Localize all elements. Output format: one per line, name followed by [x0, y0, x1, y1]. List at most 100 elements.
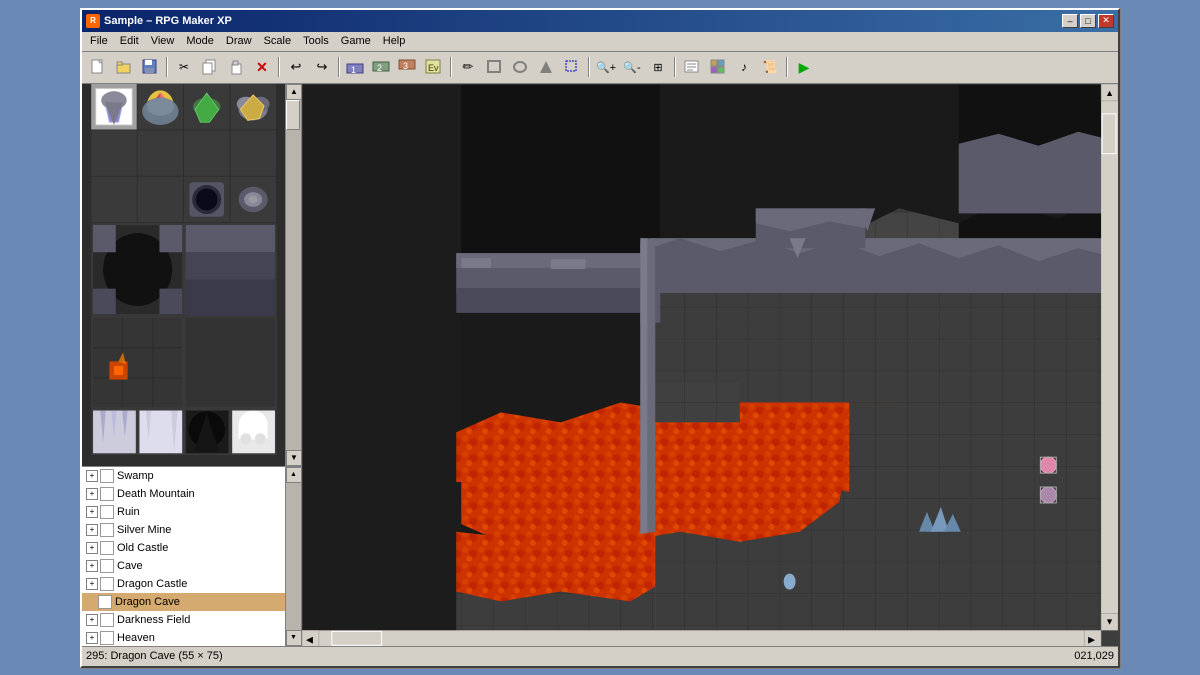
zoom-in-button[interactable]: 🔍+ — [594, 56, 618, 78]
tree-content: + Swamp + Death Mountain + Ruin — [82, 467, 285, 646]
pencil-button[interactable]: ✏ — [456, 56, 480, 78]
palette-content — [82, 84, 285, 466]
save-button[interactable] — [138, 56, 162, 78]
script-button[interactable]: 📜 — [758, 56, 782, 78]
menu-file[interactable]: File — [84, 33, 114, 49]
palette-svg[interactable] — [82, 84, 285, 466]
tree-item-death-mountain[interactable]: + Death Mountain — [82, 485, 285, 503]
tileset-button[interactable] — [706, 56, 730, 78]
tree-scrollbar: ▲ ▼ — [285, 467, 301, 646]
menu-mode[interactable]: Mode — [180, 33, 220, 49]
tree-expand-dragon-castle[interactable]: + — [86, 578, 98, 590]
tree-label-heaven: Heaven — [117, 632, 155, 644]
event-button[interactable]: Ev — [422, 56, 446, 78]
tree-expand-silver-mine[interactable]: + — [86, 524, 98, 536]
tree-label-darkness-field: Darkness Field — [117, 614, 190, 626]
layer1-button[interactable]: 1 — [344, 56, 368, 78]
tree-expand-swamp[interactable]: + — [86, 470, 98, 482]
layer3-button[interactable]: 3 — [396, 56, 420, 78]
tree-label-old-castle: Old Castle — [117, 542, 168, 554]
delete-button[interactable]: ✕ — [250, 56, 274, 78]
tree-icon-swamp — [100, 469, 114, 483]
minimize-button[interactable]: – — [1062, 14, 1078, 28]
tree-item-heaven[interactable]: + Heaven — [82, 629, 285, 646]
menu-help[interactable]: Help — [377, 33, 412, 49]
fill-button[interactable] — [534, 56, 558, 78]
tree-scroll-track[interactable] — [286, 483, 301, 630]
tree-icon-silver-mine — [100, 523, 114, 537]
tree-label-dragon-cave: Dragon Cave — [115, 596, 180, 608]
tree-icon-ruin — [100, 505, 114, 519]
select-button[interactable] — [560, 56, 584, 78]
statusbar: 295: Dragon Cave (55 × 75) 021,029 — [82, 646, 1118, 666]
tree-icon-dragon-cave — [98, 595, 112, 609]
tree-item-dragon-cave[interactable]: Dragon Cave — [82, 593, 285, 611]
tree-scroll-up[interactable]: ▲ — [286, 467, 302, 483]
cut-button[interactable]: ✂ — [172, 56, 196, 78]
tree-label-cave: Cave — [117, 560, 143, 572]
separator-2 — [278, 57, 280, 77]
rect-button[interactable] — [482, 56, 506, 78]
map-canvas[interactable]: ▲ ▼ ◀ ▶ — [302, 84, 1118, 646]
undo-button[interactable]: ↩ — [284, 56, 308, 78]
menu-draw[interactable]: Draw — [220, 33, 258, 49]
titlebar: R Sample – RPG Maker XP – □ ✕ — [82, 10, 1118, 32]
tree-item-silver-mine[interactable]: + Silver Mine — [82, 521, 285, 539]
audio-button[interactable]: ♪ — [732, 56, 756, 78]
tree-item-ruin[interactable]: + Ruin — [82, 503, 285, 521]
redo-button[interactable]: ↪ — [310, 56, 334, 78]
tree-expand-ruin[interactable]: + — [86, 506, 98, 518]
menu-scale[interactable]: Scale — [258, 33, 298, 49]
ellipse-button[interactable] — [508, 56, 532, 78]
tree-expand-old-castle[interactable]: + — [86, 542, 98, 554]
tree-label-silver-mine: Silver Mine — [117, 524, 171, 536]
tree-item-cave[interactable]: + Cave — [82, 557, 285, 575]
tree-label-dragon-castle: Dragon Castle — [117, 578, 187, 590]
paste-button[interactable] — [224, 56, 248, 78]
tree-label-ruin: Ruin — [117, 506, 140, 518]
toolbar: ✂ ✕ ↩ ↪ 1 2 3 Ev ✏ — [82, 52, 1118, 84]
tree-item-swamp[interactable]: + Swamp — [82, 467, 285, 485]
tree-label-swamp: Swamp — [117, 470, 154, 482]
app-icon: R — [86, 14, 100, 28]
tree-label-death-mountain: Death Mountain — [117, 488, 195, 500]
tree-scroll-down[interactable]: ▼ — [286, 630, 302, 646]
tree-expand-cave[interactable]: + — [86, 560, 98, 572]
close-button[interactable]: ✕ — [1098, 14, 1114, 28]
tree-item-darkness-field[interactable]: + Darkness Field — [82, 611, 285, 629]
separator-3 — [338, 57, 340, 77]
tree-item-old-castle[interactable]: + Old Castle — [82, 539, 285, 557]
tree-icon-dragon-castle — [100, 577, 114, 591]
palette-scroll-thumb[interactable] — [286, 100, 300, 130]
palette-scroll-down[interactable]: ▼ — [286, 450, 301, 466]
map-tree-panel: + Swamp + Death Mountain + Ruin — [82, 466, 301, 646]
map-props-button[interactable] — [680, 56, 704, 78]
play-button[interactable]: ▶ — [792, 56, 816, 78]
menu-tools[interactable]: Tools — [297, 33, 335, 49]
tree-expand-heaven[interactable]: + — [86, 632, 98, 644]
tree-item-dragon-castle[interactable]: + Dragon Castle — [82, 575, 285, 593]
new-button[interactable] — [86, 56, 110, 78]
menu-view[interactable]: View — [145, 33, 181, 49]
maximize-button[interactable]: □ — [1080, 14, 1096, 28]
tree-icon-old-castle — [100, 541, 114, 555]
layer2-button[interactable]: 2 — [370, 56, 394, 78]
separator-5 — [588, 57, 590, 77]
palette-scroll-up[interactable]: ▲ — [286, 84, 301, 100]
map-view[interactable]: ▲ ▼ ◀ ▶ — [302, 84, 1118, 646]
separator-7 — [786, 57, 788, 77]
main-area: ▲ ▼ + Swamp + — [82, 84, 1118, 646]
status-coords: 021,029 — [1074, 650, 1114, 662]
menu-edit[interactable]: Edit — [114, 33, 145, 49]
zoom-fit-button[interactable]: ⊞ — [646, 56, 670, 78]
open-button[interactable] — [112, 56, 136, 78]
tile-palette: ▲ ▼ — [82, 84, 301, 466]
tree-expand-death-mountain[interactable]: + — [86, 488, 98, 500]
separator-1 — [166, 57, 168, 77]
palette-scroll-track[interactable] — [286, 100, 301, 450]
menu-game[interactable]: Game — [335, 33, 377, 49]
main-window: R Sample – RPG Maker XP – □ ✕ File Edit … — [80, 8, 1120, 668]
zoom-out-button[interactable]: 🔍- — [620, 56, 644, 78]
tree-expand-darkness-field[interactable]: + — [86, 614, 98, 626]
copy-button[interactable] — [198, 56, 222, 78]
